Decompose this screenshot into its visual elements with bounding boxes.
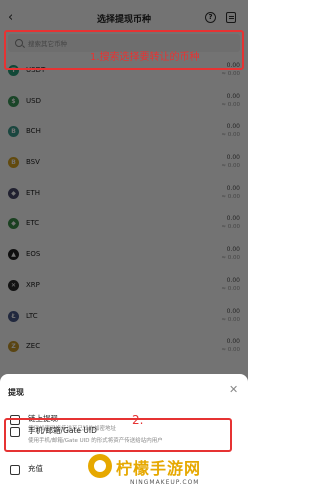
coin-balance: 0.00 xyxy=(226,276,240,284)
coin-name: EOS xyxy=(26,250,41,259)
coin-balance: 0.00 xyxy=(226,307,240,315)
records-icon[interactable] xyxy=(226,12,236,23)
coin-value: ≈ 0.00 xyxy=(221,71,240,77)
watermark-text: 柠檬手游网 xyxy=(116,459,202,478)
coin-list: T USDT 0.00 ≈ 0.00 $ USD 0.00 ≈ 0.00 B B… xyxy=(0,58,248,365)
ltc-icon: Ł xyxy=(8,310,19,322)
eos-icon: ▲ xyxy=(8,249,19,261)
coin-row-bch[interactable]: B BCH 0.00 ≈ 0.00 xyxy=(0,119,248,150)
bch-icon: B xyxy=(8,126,19,138)
coin-value: ≈ 0.00 xyxy=(221,316,240,323)
coin-value: ≈ 0.00 xyxy=(221,224,240,231)
bsv-icon: B xyxy=(8,157,19,169)
coin-row-zec[interactable]: Z ZEC 0.00 ≈ 0.00 xyxy=(0,334,248,365)
eth-icon: ◆ xyxy=(8,187,19,199)
page-title: 选择提现币种 xyxy=(96,14,151,25)
coin-balance: 0.00 xyxy=(226,123,240,131)
withdraw-sheet: 提现 ✕ 链上提现 使用加密网络传送至已知的加密地址 手机/邮箱/Gate UI… xyxy=(0,374,248,500)
coin-value: ≈ 0.00 xyxy=(221,255,240,262)
annotation-box-step2 xyxy=(4,418,232,452)
annotation-step1: 1.搜索选择要转让的币种 xyxy=(90,52,200,63)
coin-value: ≈ 0.00 xyxy=(221,347,240,354)
annotation-step2: 2. xyxy=(132,413,144,427)
coin-row-eth[interactable]: ◆ ETH 0.00 ≈ 0.00 xyxy=(0,181,248,212)
close-icon[interactable]: ✕ xyxy=(229,383,238,396)
sheet-title: 提现 xyxy=(8,388,24,397)
zec-icon: Z xyxy=(8,341,19,353)
help-icon[interactable]: ? xyxy=(205,12,216,23)
option-label: 充值 xyxy=(28,464,43,473)
deposit-icon xyxy=(10,465,20,475)
coin-row-ltc[interactable]: Ł LTC 0.00 ≈ 0.00 xyxy=(0,304,248,335)
coin-row-bsv[interactable]: B BSV 0.00 ≈ 0.00 xyxy=(0,150,248,181)
coin-name: ZEC xyxy=(26,342,41,351)
coin-balance: 0.00 xyxy=(226,154,240,162)
coin-name: BSV xyxy=(26,158,40,167)
usd-icon: $ xyxy=(8,95,19,107)
coin-row-usd[interactable]: $ USD 0.00 ≈ 0.00 xyxy=(0,89,248,120)
coin-name: XRP xyxy=(26,280,40,289)
coin-balance: 0.00 xyxy=(226,215,240,223)
coin-name: USD xyxy=(26,96,41,105)
coin-balance: 0.00 xyxy=(226,246,240,254)
coin-value: ≈ 0.00 xyxy=(221,101,240,108)
coin-row-eos[interactable]: ▲ EOS 0.00 ≈ 0.00 xyxy=(0,242,248,273)
back-arrow-icon[interactable]: ‹ xyxy=(8,10,13,25)
coin-balance: 0.00 xyxy=(226,92,240,100)
coin-value: ≈ 0.00 xyxy=(221,285,240,292)
coin-value: ≈ 0.00 xyxy=(221,132,240,139)
coin-value: ≈ 0.00 xyxy=(221,163,240,170)
coin-balance: 0.00 xyxy=(226,184,240,192)
coin-name: BCH xyxy=(26,127,41,136)
nav-bar: ‹ 选择提现币种 ? xyxy=(0,8,248,28)
coin-value: ≈ 0.00 xyxy=(221,193,240,200)
coin-name: ETH xyxy=(26,188,40,197)
etc-icon: ◆ xyxy=(8,218,19,230)
watermark-sub: NINGMAKEUP.COM xyxy=(130,479,200,486)
coin-row-xrp[interactable]: ✕ XRP 0.00 ≈ 0.00 xyxy=(0,273,248,304)
coin-name: ETC xyxy=(26,219,40,228)
watermark-logo-icon xyxy=(88,454,112,478)
coin-row-etc[interactable]: ◆ ETC 0.00 ≈ 0.00 xyxy=(0,211,248,242)
coin-name: LTC xyxy=(26,311,38,320)
xrp-icon: ✕ xyxy=(8,279,19,291)
coin-balance: 0.00 xyxy=(226,338,240,346)
